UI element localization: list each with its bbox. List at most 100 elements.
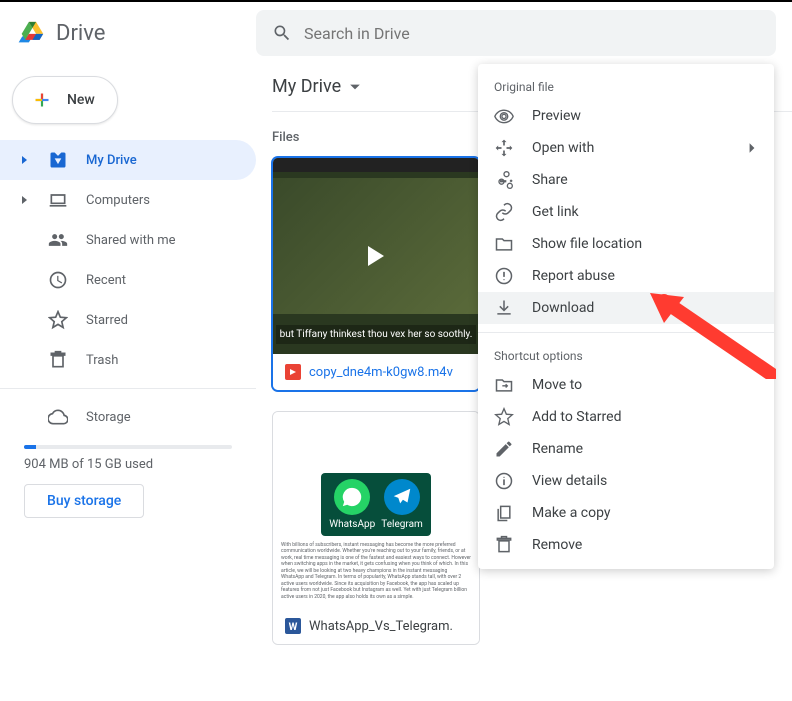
storage-usage-text: 904 MB of 15 GB used (0, 457, 256, 472)
plus-icon (29, 87, 55, 113)
sidebar-item-label: Computers (86, 193, 150, 208)
menu-item-preview[interactable]: Preview (478, 100, 774, 132)
logo-section[interactable]: Drive (16, 17, 256, 49)
context-menu: Original file Preview Open with Share Ge… (478, 64, 774, 569)
computers-icon (48, 190, 68, 210)
menu-item-label: Download (532, 300, 594, 316)
sidebar-item-label: Storage (86, 410, 131, 425)
menu-item-report-abuse[interactable]: Report abuse (478, 260, 774, 292)
app-name: Drive (56, 21, 105, 46)
svg-text:W: W (289, 622, 298, 633)
storage-bar (24, 445, 232, 449)
download-icon (494, 298, 514, 318)
search-bar[interactable] (256, 10, 776, 56)
menu-item-label: Open with (532, 140, 594, 156)
sidebar-item-label: Shared with me (86, 233, 176, 248)
sidebar: New My Drive Computers Shared with me Re… (0, 64, 256, 701)
file-card[interactable]: but Tiffany thinkest thou vex her so soo… (272, 157, 480, 391)
menu-item-move-to[interactable]: Move to (478, 369, 774, 401)
whatsapp-label: WhatsApp (329, 519, 375, 530)
menu-item-download[interactable]: Download (478, 292, 774, 324)
sidebar-item-shared[interactable]: Shared with me (0, 220, 256, 260)
file-name: WhatsApp_Vs_Telegram. (309, 619, 453, 634)
trash-icon (48, 350, 68, 370)
folder-icon (494, 234, 514, 254)
telegram-label: Telegram (381, 519, 423, 530)
breadcrumb-label: My Drive (272, 76, 341, 97)
dropdown-icon (349, 81, 361, 93)
menu-item-get-link[interactable]: Get link (478, 196, 774, 228)
menu-item-open-with[interactable]: Open with (478, 132, 774, 164)
menu-item-label: Add to Starred (532, 409, 621, 425)
sidebar-item-my-drive[interactable]: My Drive (0, 140, 256, 180)
sidebar-item-starred[interactable]: Starred (0, 300, 256, 340)
chevron-right-icon (746, 142, 758, 154)
menu-item-label: Remove (532, 537, 582, 553)
new-button-label: New (67, 92, 95, 108)
menu-item-label: Get link (532, 204, 579, 220)
sidebar-item-label: Trash (86, 353, 118, 368)
sidebar-item-label: Recent (86, 273, 126, 288)
menu-item-add-starred[interactable]: Add to Starred (478, 401, 774, 433)
open-with-icon (494, 138, 514, 158)
top-bar: Drive (0, 0, 792, 64)
video-subtitle: but Tiffany thinkest thou vex her so soo… (276, 325, 477, 344)
video-thumbnail: but Tiffany thinkest thou vex her so soo… (273, 158, 479, 354)
trash-icon (494, 535, 514, 555)
menu-section-label: Shortcut options (478, 341, 774, 369)
menu-item-rename[interactable]: Rename (478, 433, 774, 465)
shared-icon (48, 230, 68, 250)
move-icon (494, 375, 514, 395)
menu-item-remove[interactable]: Remove (478, 529, 774, 561)
menu-item-label: Share (532, 172, 568, 188)
eye-icon (494, 106, 514, 126)
buy-storage-button[interactable]: Buy storage (24, 484, 144, 518)
share-icon (494, 170, 514, 190)
menu-item-label: Move to (532, 377, 582, 393)
recent-icon (48, 270, 68, 290)
menu-item-view-details[interactable]: View details (478, 465, 774, 497)
sidebar-item-label: My Drive (86, 153, 137, 168)
menu-item-share[interactable]: Share (478, 164, 774, 196)
info-icon (494, 471, 514, 491)
star-icon (48, 310, 68, 330)
divider (0, 388, 256, 389)
new-button[interactable]: New (12, 76, 118, 124)
doc-preview-text: With billions of subscribers, instant me… (281, 542, 471, 601)
menu-item-show-location[interactable]: Show file location (478, 228, 774, 260)
star-icon (494, 407, 514, 427)
menu-item-label: Rename (532, 441, 583, 457)
link-icon (494, 202, 514, 222)
expand-icon[interactable] (20, 155, 30, 165)
sidebar-item-label: Starred (86, 313, 128, 328)
play-icon (368, 246, 384, 266)
file-name: copy_dne4m-k0gw8.m4v (309, 365, 453, 380)
menu-item-label: Report abuse (532, 268, 615, 284)
menu-item-label: Make a copy (532, 505, 611, 521)
video-file-icon (285, 364, 301, 380)
expand-icon[interactable] (20, 195, 30, 205)
pencil-icon (494, 439, 514, 459)
menu-item-label: Show file location (532, 236, 642, 252)
drive-logo-icon (16, 17, 48, 49)
copy-icon (494, 503, 514, 523)
report-icon (494, 266, 514, 286)
sidebar-item-storage[interactable]: Storage (0, 397, 256, 437)
sidebar-item-trash[interactable]: Trash (0, 340, 256, 380)
word-file-icon: W (285, 618, 301, 634)
menu-item-make-copy[interactable]: Make a copy (478, 497, 774, 529)
menu-divider (478, 332, 774, 333)
sidebar-item-recent[interactable]: Recent (0, 260, 256, 300)
search-icon (272, 23, 292, 43)
menu-item-label: Preview (532, 108, 581, 124)
content-area: My Drive Files but Tiffany thinkest thou… (256, 64, 792, 701)
storage-fill (24, 445, 36, 449)
sidebar-item-computers[interactable]: Computers (0, 180, 256, 220)
menu-item-label: View details (532, 473, 607, 489)
doc-thumbnail: WhatsApp Telegram With billions of subsc… (273, 412, 479, 608)
my-drive-icon (48, 150, 68, 170)
cloud-icon (48, 407, 68, 427)
file-card[interactable]: WhatsApp Telegram With billions of subsc… (272, 411, 480, 645)
menu-section-label: Original file (478, 72, 774, 100)
search-input[interactable] (304, 24, 760, 43)
